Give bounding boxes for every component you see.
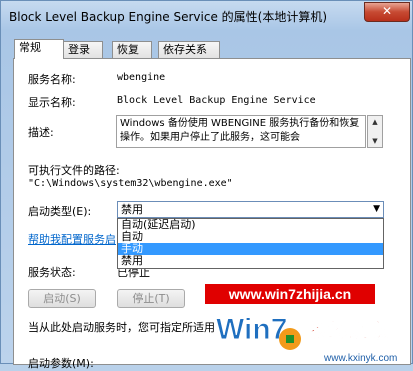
tab-label: 依存关系 — [163, 43, 207, 56]
tab-dependencies[interactable]: 依存关系 — [158, 41, 220, 58]
display-name-label: 显示名称: — [28, 96, 76, 109]
start-button[interactable]: 启动(S) — [28, 289, 96, 308]
path-label: 可执行文件的路径: — [28, 164, 120, 177]
watermark-logo: Win7 系统之家 www.kxinyk.com — [216, 313, 398, 365]
tab-general[interactable]: 常规 — [14, 39, 64, 59]
properties-window: Block Level Backup Engine Service 的属性(本地… — [0, 0, 413, 370]
tab-recovery[interactable]: 恢复 — [112, 41, 152, 58]
startup-type-select[interactable]: 禁用 ▼ — [117, 201, 384, 218]
start-params-label: 启动参数(M): — [28, 357, 94, 370]
tab-label: 登录 — [68, 43, 90, 56]
scroll-down-icon[interactable]: ▼ — [368, 135, 382, 147]
watermark-banner: www.win7zhijia.cn — [205, 284, 375, 304]
watermark-site-url: www.kxinyk.com — [323, 353, 397, 364]
service-name-value: wbengine — [117, 72, 166, 83]
dropdown-option[interactable]: 自动(延迟启动) — [118, 219, 383, 231]
path-value: "C:\Windows\system32\wbengine.exe" — [28, 178, 233, 189]
description-label: 描述: — [28, 126, 54, 139]
help-configure-link[interactable]: 帮助我配置服务启 — [28, 231, 116, 247]
startup-type-label: 启动类型(E): — [28, 205, 92, 218]
service-status-label: 服务状态: — [28, 266, 76, 279]
chevron-down-icon[interactable]: ▼ — [373, 202, 380, 217]
display-name-value: Block Level Backup Engine Service — [117, 95, 316, 106]
service-name-label: 服务名称: — [28, 73, 76, 86]
scroll-up-icon[interactable]: ▲ — [368, 116, 382, 128]
dropdown-option-highlighted[interactable]: 手动 — [118, 243, 383, 255]
close-button[interactable]: ✕ — [364, 2, 410, 22]
svg-text:系统之家: 系统之家 — [308, 318, 389, 342]
dropdown-option[interactable]: 自动 — [118, 231, 383, 243]
title-bar[interactable]: Block Level Backup Engine Service 的属性(本地… — [1, 1, 413, 29]
stop-button[interactable]: 停止(T) — [117, 289, 185, 308]
startup-type-dropdown: 自动(延迟启动) 自动 手动 禁用 — [117, 218, 384, 269]
window-title: Block Level Backup Engine Service 的属性(本地… — [9, 10, 328, 24]
description-box[interactable]: Windows 备份使用 WBENGINE 服务执行备份和恢复操作。如果用户停止… — [116, 115, 366, 148]
svg-text:Win7: Win7 — [216, 313, 287, 346]
hint-text: 当从此处启动服务时，您可指定所适用 — [28, 321, 215, 334]
dropdown-option[interactable]: 禁用 — [118, 255, 383, 267]
tab-logon[interactable]: 登录 — [63, 41, 103, 58]
tab-label: 恢复 — [117, 43, 139, 56]
startup-type-value: 禁用 — [121, 203, 143, 216]
description-scrollbar[interactable]: ▲ ▼ — [367, 115, 383, 148]
tab-label: 常规 — [19, 41, 41, 54]
